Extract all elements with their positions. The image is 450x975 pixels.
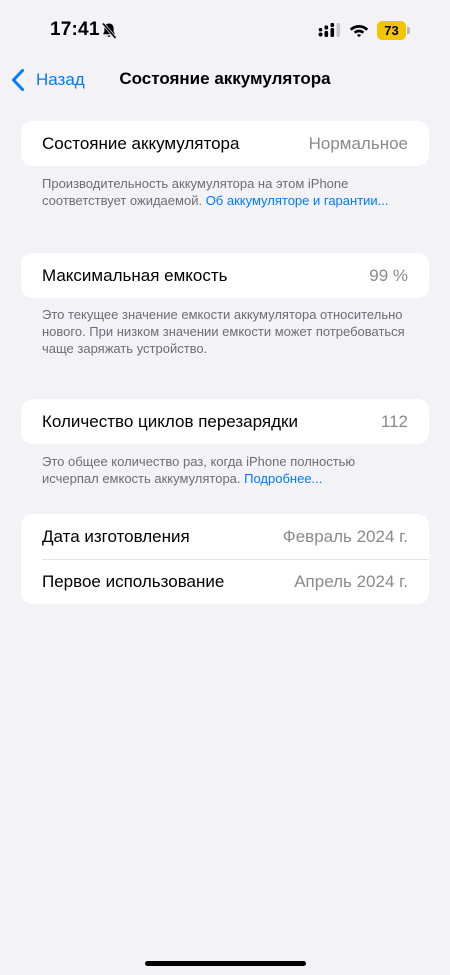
chevron-left-icon [12, 69, 24, 91]
manufacture-date-value: Февраль 2024 г. [282, 526, 408, 546]
manufacture-date-label: Дата изготовления [42, 526, 190, 546]
dates-group: Дата изготовления Февраль 2024 г. Первое… [21, 514, 429, 604]
first-use-label: Первое использование [42, 571, 225, 591]
cycle-count-label: Количество циклов перезарядки [42, 411, 298, 431]
max-capacity-footnote: Это текущее значение емкости аккумулятор… [42, 307, 405, 356]
battery-health-label: Состояние аккумулятора [42, 133, 240, 153]
cellular-signal-icon [318, 23, 341, 37]
manufacture-date-row: Дата изготовления Февраль 2024 г. [21, 514, 429, 559]
cycle-count-footnote: Это общее количество раз, когда iPhone п… [42, 453, 412, 487]
max-capacity-value: 99 % [369, 265, 408, 285]
battery-icon: 73 [377, 21, 411, 40]
first-use-row: Первое использование Апрель 2024 г. [21, 559, 429, 604]
cycle-count-group: Количество циклов перезарядки 112 [21, 399, 429, 444]
max-capacity-label: Максимальная емкость [42, 265, 228, 285]
max-capacity-row: Максимальная емкость 99 % [21, 253, 429, 298]
battery-health-group: Состояние аккумулятора Нормальное [21, 121, 429, 166]
battery-level: 73 [384, 23, 399, 38]
status-time: 17:41 [50, 19, 100, 40]
battery-health-footnote: Производительность аккумулятора на этом … [42, 175, 412, 209]
wifi-icon [349, 25, 369, 38]
cycle-count-row: Количество циклов перезарядки 112 [21, 399, 429, 444]
status-bar: 17:41 73 [0, 0, 450, 60]
bell-slash-icon [101, 22, 117, 39]
max-capacity-group: Максимальная емкость 99 % [21, 253, 429, 298]
battery-tip [407, 27, 410, 34]
battery-health-value: Нормальное [308, 133, 408, 153]
back-button-label: Назад [36, 70, 85, 89]
first-use-value: Апрель 2024 г. [294, 571, 408, 591]
battery-warranty-link[interactable]: Об аккумуляторе и гарантии... [206, 193, 389, 208]
battery-health-row: Состояние аккумулятора Нормальное [21, 121, 429, 166]
learn-more-link[interactable]: Подробнее... [244, 471, 322, 486]
back-button[interactable]: Назад [10, 64, 85, 96]
cycle-count-value: 112 [380, 411, 408, 431]
home-indicator[interactable] [145, 961, 306, 966]
